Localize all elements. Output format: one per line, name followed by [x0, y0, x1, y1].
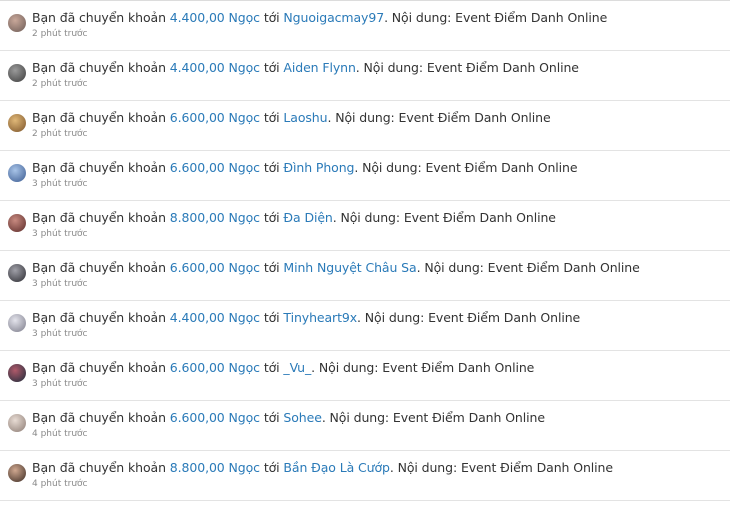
- transfer-prefix: Bạn đã chuyển khoản: [32, 110, 166, 125]
- transfer-prefix: Bạn đã chuyển khoản: [32, 410, 166, 425]
- avatar[interactable]: [8, 214, 26, 232]
- transfer-message: Bạn đã chuyển khoản 4.400,00 Ngọc tới Ng…: [32, 10, 607, 25]
- timestamp: 3 phút trước: [32, 379, 88, 389]
- avatar[interactable]: [8, 64, 26, 82]
- transfer-amount[interactable]: 8.800,00 Ngọc: [170, 460, 260, 475]
- transfer-prefix: Bạn đã chuyển khoản: [32, 310, 166, 325]
- recipient-link[interactable]: Minh Nguyệt Châu Sa: [283, 260, 416, 275]
- transfer-amount[interactable]: 6.600,00 Ngọc: [170, 410, 260, 425]
- list-item: Bạn đã chuyển khoản 6.600,00 Ngọc tới La…: [0, 101, 730, 151]
- list-item: Bạn đã chuyển khoản 4.400,00 Ngọc tới Ai…: [0, 51, 730, 101]
- transfer-content: . Nội dung: Event Điểm Danh Online: [357, 310, 581, 325]
- transfer-amount[interactable]: 6.600,00 Ngọc: [170, 160, 260, 175]
- timestamp: 4 phút trước: [32, 429, 88, 439]
- transfer-message: Bạn đã chuyển khoản 4.400,00 Ngọc tới Ti…: [32, 310, 580, 325]
- recipient-link[interactable]: Nguoigacmay97: [283, 10, 384, 25]
- transfer-list: Bạn đã chuyển khoản 4.400,00 Ngọc tới Ng…: [0, 0, 730, 501]
- timestamp: 3 phút trước: [32, 179, 88, 189]
- recipient-link[interactable]: Bần Đạo Là Cướp: [283, 460, 390, 475]
- recipient-link[interactable]: Đình Phong: [283, 160, 354, 175]
- avatar[interactable]: [8, 364, 26, 382]
- transfer-amount[interactable]: 6.600,00 Ngọc: [170, 360, 260, 375]
- list-item: Bạn đã chuyển khoản 8.800,00 Ngọc tới Bầ…: [0, 451, 730, 501]
- transfer-to-word: tới: [263, 160, 280, 175]
- transfer-to-word: tới: [263, 210, 280, 225]
- transfer-content: . Nội dung: Event Điểm Danh Online: [355, 60, 579, 75]
- transfer-prefix: Bạn đã chuyển khoản: [32, 460, 166, 475]
- transfer-to-word: tới: [263, 460, 280, 475]
- timestamp: 3 phút trước: [32, 279, 88, 289]
- list-item: Bạn đã chuyển khoản 6.600,00 Ngọc tới _V…: [0, 351, 730, 401]
- recipient-link[interactable]: Đa Diện: [283, 210, 332, 225]
- timestamp: 3 phút trước: [32, 229, 88, 239]
- avatar[interactable]: [8, 164, 26, 182]
- avatar[interactable]: [8, 14, 26, 32]
- transfer-to-word: tới: [263, 360, 280, 375]
- list-item: Bạn đã chuyển khoản 8.800,00 Ngọc tới Đa…: [0, 201, 730, 251]
- avatar[interactable]: [8, 464, 26, 482]
- transfer-to-word: tới: [263, 260, 280, 275]
- transfer-amount[interactable]: 4.400,00 Ngọc: [170, 310, 260, 325]
- transfer-to-word: tới: [263, 410, 280, 425]
- transfer-message: Bạn đã chuyển khoản 6.600,00 Ngọc tới Mi…: [32, 260, 640, 275]
- transfer-message: Bạn đã chuyển khoản 4.400,00 Ngọc tới Ai…: [32, 60, 579, 75]
- transfer-content: . Nội dung: Event Điểm Danh Online: [321, 410, 545, 425]
- transfer-content: . Nội dung: Event Điểm Danh Online: [327, 110, 551, 125]
- recipient-link[interactable]: _Vu_: [283, 360, 311, 375]
- avatar[interactable]: [8, 314, 26, 332]
- timestamp: 3 phút trước: [32, 329, 88, 339]
- transfer-to-word: tới: [263, 110, 280, 125]
- avatar[interactable]: [8, 414, 26, 432]
- transfer-amount[interactable]: 6.600,00 Ngọc: [170, 260, 260, 275]
- list-item: Bạn đã chuyển khoản 6.600,00 Ngọc tới Đì…: [0, 151, 730, 201]
- avatar[interactable]: [8, 264, 26, 282]
- transfer-amount[interactable]: 4.400,00 Ngọc: [170, 60, 260, 75]
- transfer-content: . Nội dung: Event Điểm Danh Online: [384, 10, 608, 25]
- recipient-link[interactable]: Laoshu: [283, 110, 327, 125]
- timestamp: 2 phút trước: [32, 29, 88, 39]
- transfer-to-word: tới: [263, 10, 280, 25]
- transfer-message: Bạn đã chuyển khoản 8.800,00 Ngọc tới Bầ…: [32, 460, 613, 475]
- recipient-link[interactable]: Sohee: [283, 410, 321, 425]
- transfer-prefix: Bạn đã chuyển khoản: [32, 60, 166, 75]
- transfer-amount[interactable]: 4.400,00 Ngọc: [170, 10, 260, 25]
- transfer-message: Bạn đã chuyển khoản 6.600,00 Ngọc tới So…: [32, 410, 545, 425]
- list-item: Bạn đã chuyển khoản 4.400,00 Ngọc tới Ti…: [0, 301, 730, 351]
- transfer-prefix: Bạn đã chuyển khoản: [32, 160, 166, 175]
- list-item: Bạn đã chuyển khoản 4.400,00 Ngọc tới Ng…: [0, 1, 730, 51]
- timestamp: 2 phút trước: [32, 79, 88, 89]
- timestamp: 4 phút trước: [32, 479, 88, 489]
- transfer-message: Bạn đã chuyển khoản 6.600,00 Ngọc tới La…: [32, 110, 551, 125]
- transfer-amount[interactable]: 6.600,00 Ngọc: [170, 110, 260, 125]
- list-item: Bạn đã chuyển khoản 6.600,00 Ngọc tới Mi…: [0, 251, 730, 301]
- recipient-link[interactable]: Aiden Flynn: [283, 60, 355, 75]
- list-item: Bạn đã chuyển khoản 6.600,00 Ngọc tới So…: [0, 401, 730, 451]
- transfer-content: . Nội dung: Event Điểm Danh Online: [354, 160, 578, 175]
- transfer-content: . Nội dung: Event Điểm Danh Online: [332, 210, 556, 225]
- transfer-content: . Nội dung: Event Điểm Danh Online: [311, 360, 535, 375]
- transfer-content: . Nội dung: Event Điểm Danh Online: [416, 260, 640, 275]
- transfer-to-word: tới: [263, 310, 280, 325]
- transfer-message: Bạn đã chuyển khoản 6.600,00 Ngọc tới Đì…: [32, 160, 578, 175]
- transfer-prefix: Bạn đã chuyển khoản: [32, 10, 166, 25]
- transfer-prefix: Bạn đã chuyển khoản: [32, 210, 166, 225]
- avatar[interactable]: [8, 114, 26, 132]
- recipient-link[interactable]: Tinyheart9x: [283, 310, 357, 325]
- transfer-amount[interactable]: 8.800,00 Ngọc: [170, 210, 260, 225]
- transfer-prefix: Bạn đã chuyển khoản: [32, 360, 166, 375]
- timestamp: 2 phút trước: [32, 129, 88, 139]
- transfer-message: Bạn đã chuyển khoản 8.800,00 Ngọc tới Đa…: [32, 210, 556, 225]
- transfer-message: Bạn đã chuyển khoản 6.600,00 Ngọc tới _V…: [32, 360, 534, 375]
- transfer-prefix: Bạn đã chuyển khoản: [32, 260, 166, 275]
- transfer-to-word: tới: [263, 60, 280, 75]
- transfer-content: . Nội dung: Event Điểm Danh Online: [389, 460, 613, 475]
